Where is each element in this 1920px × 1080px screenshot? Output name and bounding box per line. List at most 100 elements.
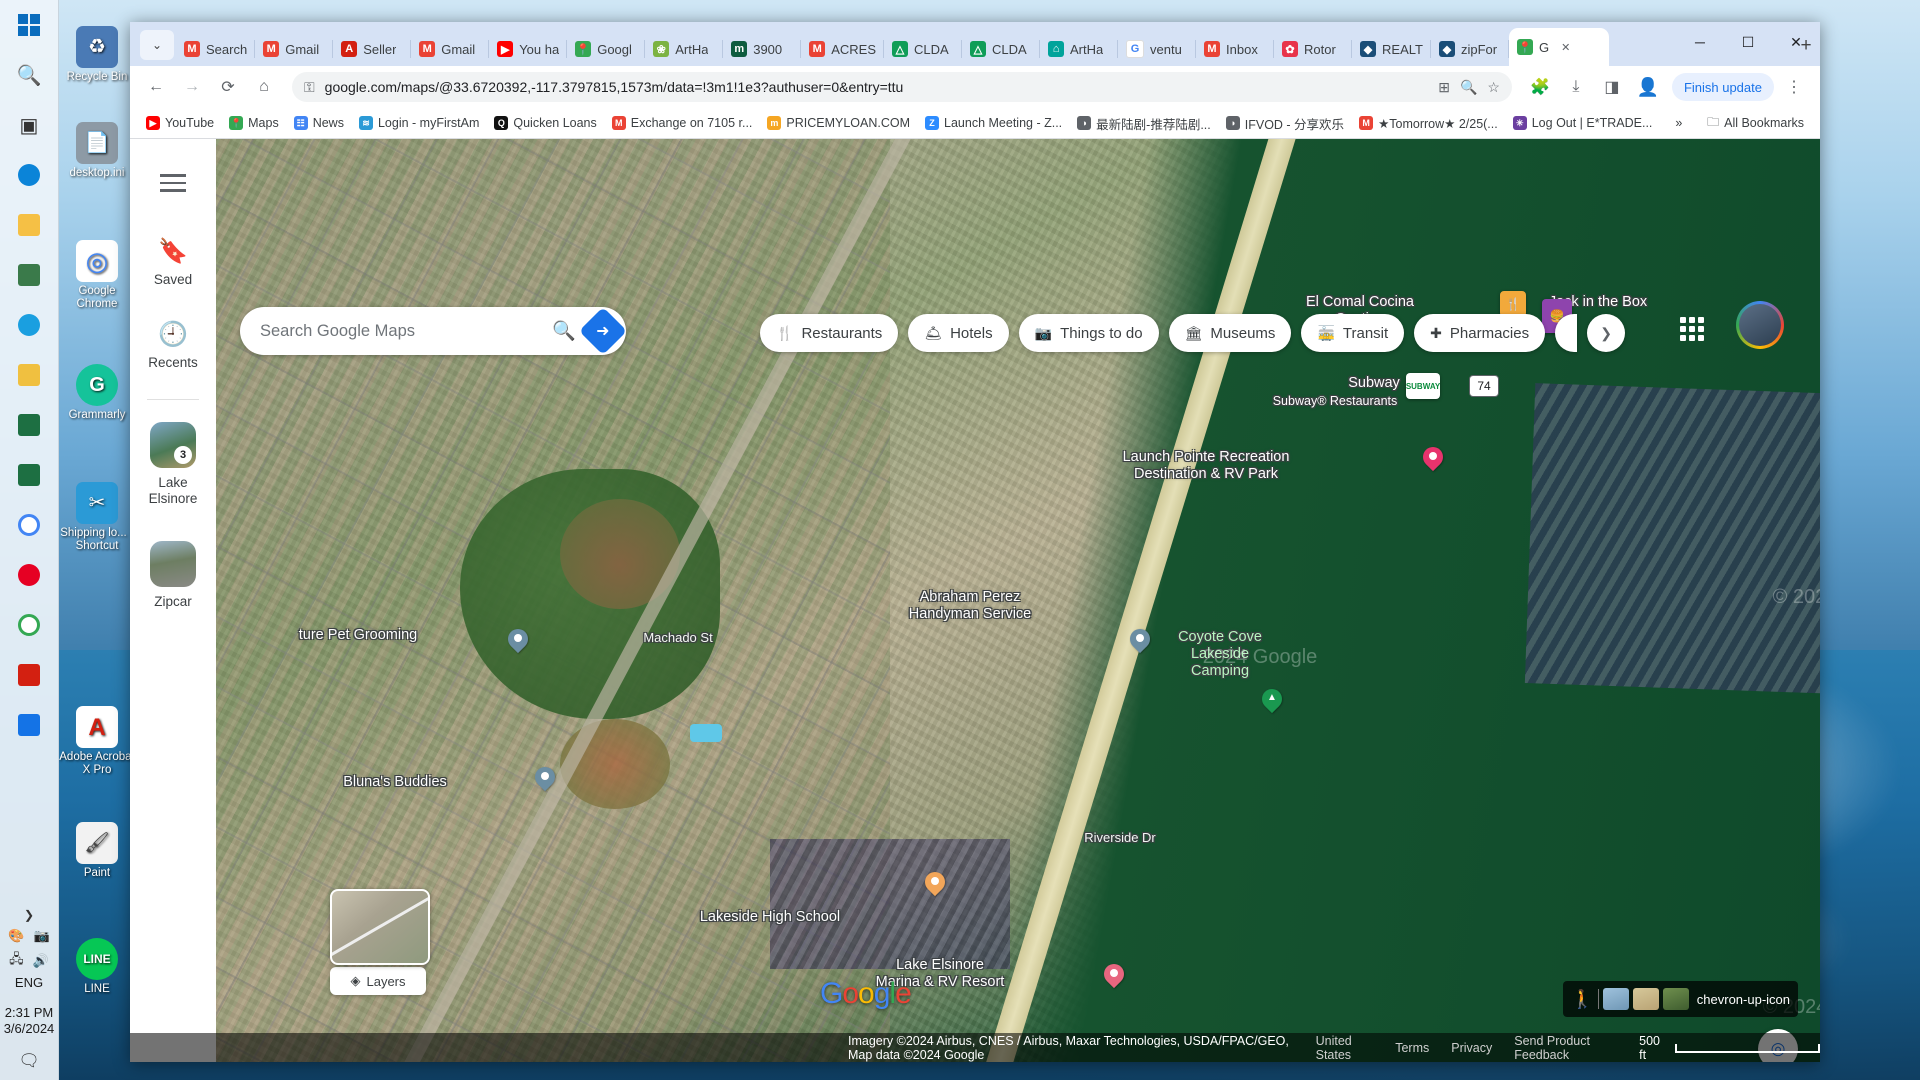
bookmark-item[interactable]: ◑ 最新陆剧-推荐陆剧... xyxy=(1071,111,1217,136)
imagery-controls[interactable]: 🚶 chevron-up-icon xyxy=(1563,981,1798,1017)
layers-thumbnail[interactable] xyxy=(330,889,430,965)
site-settings-icon[interactable]: ⚿ xyxy=(304,79,315,96)
bookmark-item[interactable]: ☷ News xyxy=(288,113,350,133)
photos-icon[interactable] xyxy=(9,255,49,295)
kebab-menu-icon[interactable]: ⋮ xyxy=(1778,71,1810,103)
sidebar-item-lake-elsinore[interactable]: 3 Lake Elsinore xyxy=(130,422,216,507)
account-avatar[interactable] xyxy=(1736,301,1784,349)
home-icon[interactable]: ⌂ xyxy=(248,71,280,103)
tab-search-chevron-down-icon[interactable]: ⌄ xyxy=(140,30,174,60)
excel-icon[interactable] xyxy=(9,405,49,445)
chevron-up-icon[interactable]: chevron-up-icon xyxy=(1697,992,1790,1007)
map-place-label[interactable]: Riverside Dr xyxy=(1084,829,1156,846)
profile-icon[interactable]: 👤 xyxy=(1632,71,1664,103)
network-tray-icon[interactable]: 🖧 xyxy=(9,950,24,972)
excel-secondary-icon[interactable] xyxy=(9,455,49,495)
side-panel-icon[interactable]: ◨ xyxy=(1596,71,1628,103)
map-place-label[interactable]: Bluna's Buddies xyxy=(343,774,447,791)
layers-button[interactable]: ◈ Layers xyxy=(330,967,426,995)
poi-pin-abraham-perez[interactable] xyxy=(1125,624,1155,656)
category-chip-pharmacies[interactable]: ✚ Pharmacies xyxy=(1414,314,1546,352)
category-chip-hotels[interactable]: 🛎 Hotels xyxy=(908,314,1009,352)
attribution-link-feedback[interactable]: Send Product Feedback xyxy=(1514,1034,1617,1062)
attribution-link-privacy[interactable]: Privacy xyxy=(1451,1041,1492,1055)
poi-pin-blunas-buddies[interactable] xyxy=(530,762,560,794)
tray-language[interactable]: ENG xyxy=(15,975,43,991)
desktop-icon-paint[interactable]: 🖌 Paint xyxy=(58,822,136,880)
attribution-link-terms[interactable]: Terms xyxy=(1395,1041,1429,1055)
chips-next-chevron-right-icon[interactable]: ❯ xyxy=(1587,314,1626,352)
bookmark-star-icon[interactable]: ☆ xyxy=(1487,79,1500,96)
tray-expand-row[interactable]: ❯ xyxy=(24,908,34,922)
maps-search-box[interactable]: Search Google Maps 🔍 ➜ xyxy=(240,306,628,356)
tray-icons-row-2[interactable]: 🖧 🔊 xyxy=(9,950,49,972)
photoshop-icon[interactable] xyxy=(9,705,49,745)
browser-tab[interactable]: M Search xyxy=(176,32,256,66)
windows-taskbar[interactable]: 🔍 ▣ ❯ 🎨 📷 🖧 🔊 ENG 2:31 PM 3/6/2024 🗨 xyxy=(0,0,59,1080)
bookmark-item[interactable]: M Exchange on 7105 r... xyxy=(606,113,759,133)
map-place-label[interactable]: Subway® Restaurants xyxy=(1273,393,1398,410)
tray-icons-row-1[interactable]: 🎨 📷 xyxy=(8,928,49,944)
browser-tab[interactable]: ✿ Rotor xyxy=(1274,32,1353,66)
bookmark-item[interactable]: ◑ IFVOD - 分享欢乐 xyxy=(1220,111,1350,136)
bookmark-item[interactable]: ▶ YouTube xyxy=(140,113,220,133)
maximize-button[interactable]: ☐ xyxy=(1724,22,1772,62)
browser-tab[interactable]: M ACRES xyxy=(801,32,884,66)
bookmark-item[interactable]: Q Quicken Loans xyxy=(488,113,602,133)
windows-start-icon[interactable] xyxy=(9,5,49,45)
basemap-thumb-satellite[interactable] xyxy=(1662,988,1689,1010)
bookmark-item[interactable]: ✳ Log Out | E*TRADE... xyxy=(1507,113,1659,133)
browser-tab[interactable]: ❀ ArtHa xyxy=(645,32,724,66)
tray-clock-time[interactable]: 2:31 PM xyxy=(5,1005,53,1021)
category-chip-museums[interactable]: 🏛 Museums xyxy=(1168,314,1292,352)
chrome-taskbar-icon[interactable] xyxy=(9,505,49,545)
browser-tab[interactable]: ◆ REALT xyxy=(1352,32,1431,66)
address-bar[interactable]: ⚿ google.com/maps/@33.6720392,-117.37978… xyxy=(292,72,1512,102)
task-view-icon[interactable]: ▣ xyxy=(9,105,49,145)
acrobat-taskbar-icon[interactable] xyxy=(9,655,49,695)
poi-pin-coyote-cove-camping[interactable]: ▲ xyxy=(1257,684,1287,716)
browser-tab[interactable]: A Seller xyxy=(333,32,412,66)
map-place-label[interactable]: Machado St xyxy=(643,629,712,646)
basemap-thumb-default[interactable] xyxy=(1602,988,1629,1010)
browser-tab[interactable]: M Gmail xyxy=(255,32,334,66)
bookmark-item[interactable]: M ★Tomorrow★ 2/25(... xyxy=(1353,113,1504,134)
layers-widget[interactable]: ◈ Layers xyxy=(330,889,430,995)
desktop-icon-grammarly[interactable]: G Grammarly xyxy=(58,364,136,422)
browser-tab[interactable]: ▶ You ha xyxy=(489,32,568,66)
edge-icon[interactable] xyxy=(9,155,49,195)
browser-tab[interactable]: m 3900 xyxy=(723,32,802,66)
browser-tab[interactable]: M Inbox xyxy=(1196,32,1275,66)
bookmark-item[interactable]: m PRICEMYLOAN.COM xyxy=(761,113,916,133)
all-bookmarks-button[interactable]: 🗀 All Bookmarks xyxy=(1701,110,1810,137)
system-tray[interactable]: ❯ 🎨 📷 🖧 🔊 ENG 2:31 PM 3/6/2024 🗨 xyxy=(0,905,58,1080)
desktop-icon-google-chrome[interactable]: ◎ Google Chrome xyxy=(58,240,136,311)
poi-pin-lakeside-high-school[interactable] xyxy=(920,867,950,899)
finish-update-button[interactable]: Finish update xyxy=(1671,73,1774,101)
bookmarks-overflow-icon[interactable]: » xyxy=(1669,113,1688,133)
paint-tray-icon[interactable]: 🎨 xyxy=(8,928,24,944)
extensions-icon[interactable]: 🧩 xyxy=(1524,71,1556,103)
search-input[interactable]: Search Google Maps xyxy=(260,322,544,341)
poi-pin-launch-pointe[interactable] xyxy=(1418,442,1448,474)
forward-arrow-icon[interactable]: → xyxy=(176,71,208,103)
bookmark-item[interactable]: 📍 Maps xyxy=(223,113,285,133)
poi-icon-subway[interactable]: SUBWAY xyxy=(1406,373,1440,399)
minimize-button[interactable]: ─ xyxy=(1676,22,1724,62)
basemap-thumb-terrain[interactable] xyxy=(1632,988,1659,1010)
tab-close-icon[interactable]: ✕ xyxy=(1561,41,1570,54)
google-apps-icon[interactable] xyxy=(1672,309,1712,349)
browser-tab[interactable]: △ CLDA xyxy=(962,32,1041,66)
notification-center-icon[interactable]: 🗨 xyxy=(18,1051,40,1071)
attribution-link-united-states[interactable]: United States xyxy=(1316,1034,1374,1062)
hamburger-menu-icon[interactable] xyxy=(151,161,195,205)
bookmark-item[interactable]: ≋ Login - myFirstAm xyxy=(353,113,485,133)
chrome-secondary-icon[interactable] xyxy=(9,605,49,645)
tray-clock-date[interactable]: 3/6/2024 xyxy=(4,1021,55,1037)
sidebar-item-saved[interactable]: 🔖 Saved xyxy=(130,239,216,288)
pegman-icon[interactable]: 🚶 xyxy=(1571,989,1593,1010)
map-place-label[interactable]: Launch Pointe Recreation Destination & R… xyxy=(1123,449,1290,483)
desktop-icon-line[interactable]: LINE LINE xyxy=(58,938,136,996)
category-chip-transit[interactable]: 🚋 Transit xyxy=(1301,314,1405,352)
notepad-icon[interactable] xyxy=(9,355,49,395)
